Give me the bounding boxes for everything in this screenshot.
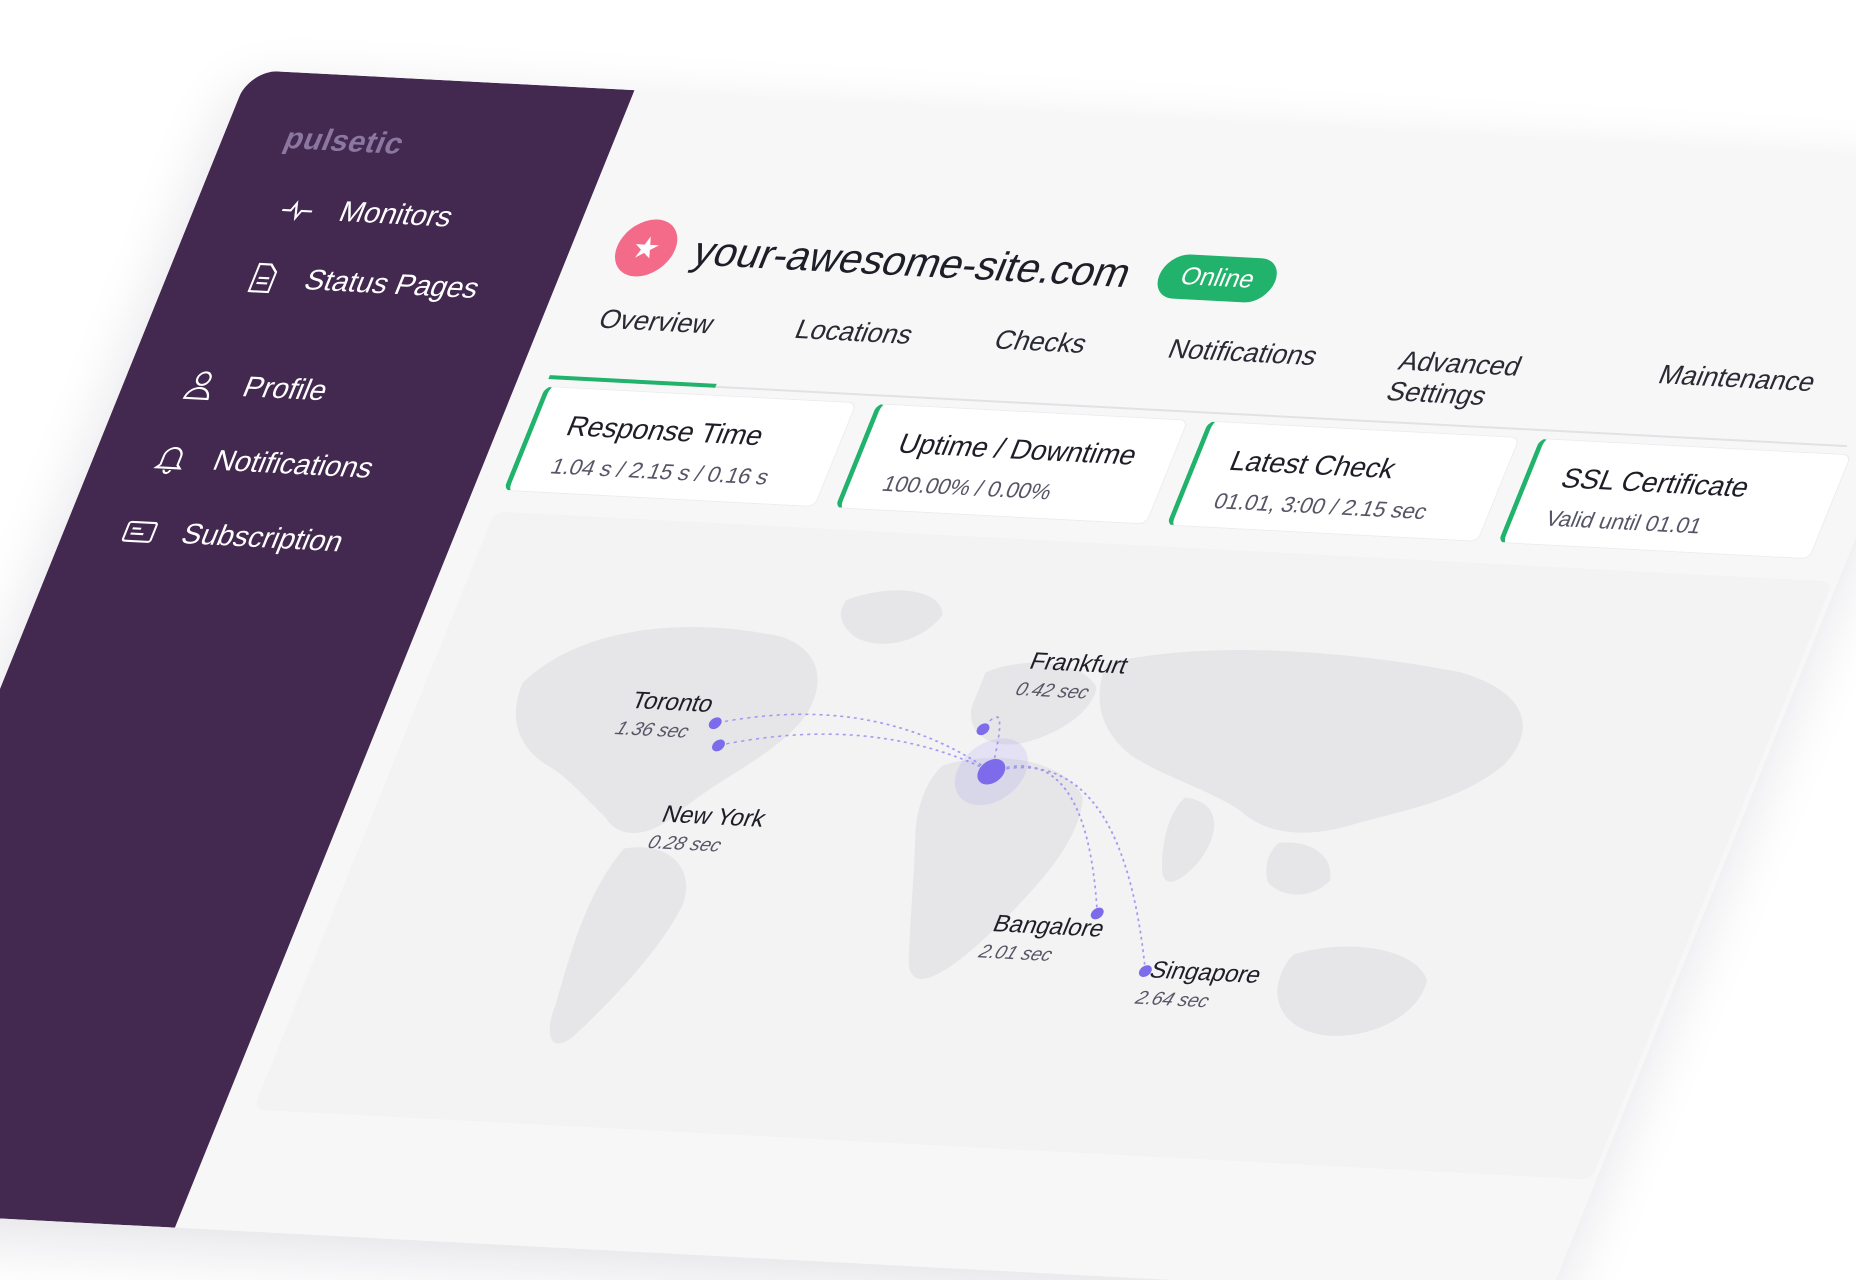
- card-title: Latest Check: [1225, 445, 1401, 485]
- stat-card-uptime: Uptime / Downtime 100.00% / 0.00%: [834, 403, 1189, 525]
- tab-maintenance[interactable]: Maintenance: [1609, 358, 1847, 443]
- page-title: your-awesome-site.com: [686, 227, 1140, 296]
- location-label-frankfurt: Frankfurt: [1025, 647, 1133, 680]
- sidebar-item-label: Profile: [238, 370, 333, 407]
- sidebar-item-notifications[interactable]: Notifications: [148, 441, 379, 486]
- locations-map: Toronto 1.36 sec New York 0.28 sec Frank…: [253, 511, 1834, 1180]
- world-map: [515, 590, 1523, 1044]
- tab-overview[interactable]: Overview: [548, 302, 746, 388]
- app-window: pulsetic Monitors Status Pages Profile N…: [0, 70, 1856, 1280]
- tab-notifications[interactable]: Notifications: [1119, 332, 1350, 417]
- tab-checks[interactable]: Checks: [945, 323, 1119, 405]
- stat-card-ssl: SSL Certificate Valid until 01.01: [1497, 438, 1852, 560]
- star-icon: ★: [605, 218, 687, 278]
- location-label-singapore: Singapore: [1145, 956, 1266, 989]
- location-label-new-york: New York: [657, 800, 770, 833]
- location-time-bangalore: 2.01 sec: [975, 941, 1056, 966]
- map-southeast-asia: [1266, 842, 1331, 895]
- location-time-toronto: 1.36 sec: [612, 718, 693, 743]
- card-icon: [121, 520, 158, 543]
- map-india: [1161, 797, 1215, 882]
- stat-card-response-time: Response Time 1.04 s / 2.15 s / 0.16 s: [503, 385, 858, 508]
- card-value: 1.04 s / 2.15 s / 0.16 s: [547, 453, 774, 490]
- stat-card-latest-check: Latest Check 01.01, 3:00 / 2.15 sec: [1166, 420, 1521, 542]
- card-title: Response Time: [562, 410, 769, 452]
- status-badge: Online: [1150, 252, 1285, 304]
- sidebar-item-label: Subscription: [176, 517, 349, 558]
- sidebar-item-label: Notifications: [208, 444, 379, 485]
- viewport: pulsetic Monitors Status Pages Profile N…: [0, 0, 1856, 1280]
- tab-locations[interactable]: Locations: [745, 313, 944, 396]
- user-icon: [182, 371, 212, 401]
- map-greenland: [840, 590, 943, 644]
- map-australia: [1277, 946, 1427, 1036]
- sidebar-item-profile[interactable]: Profile: [178, 367, 333, 408]
- sidebar-item-label: Monitors: [334, 195, 459, 233]
- location-label-bangalore: Bangalore: [988, 910, 1109, 943]
- pulse-icon: [281, 200, 313, 222]
- document-icon: [247, 262, 278, 294]
- bell-icon: [153, 446, 183, 475]
- card-value: Valid until 01.01: [1541, 505, 1707, 539]
- location-label-toronto: Toronto: [627, 687, 718, 718]
- location-time-singapore: 2.64 sec: [1132, 987, 1213, 1013]
- sidebar-item-label: Status Pages: [299, 264, 485, 305]
- card-title: SSL Certificate: [1556, 462, 1755, 503]
- card-title: Uptime / Downtime: [893, 427, 1143, 471]
- sidebar-item-subscription[interactable]: Subscription: [116, 514, 349, 559]
- sidebar-item-status-pages[interactable]: Status Pages: [239, 260, 485, 306]
- site-header: ★ your-awesome-site.com Online: [605, 218, 1288, 309]
- tab-advanced-settings[interactable]: Advanced Settings: [1349, 344, 1609, 431]
- card-value: 01.01, 3:00 / 2.15 sec: [1210, 488, 1432, 524]
- sidebar-item-monitors[interactable]: Monitors: [274, 192, 458, 234]
- card-value: 100.00% / 0.00%: [878, 470, 1056, 505]
- location-time-new-york: 0.28 sec: [644, 832, 725, 857]
- map-south-america: [549, 847, 687, 1044]
- location-time-frankfurt: 0.42 sec: [1012, 679, 1093, 704]
- logo: pulsetic: [279, 122, 410, 161]
